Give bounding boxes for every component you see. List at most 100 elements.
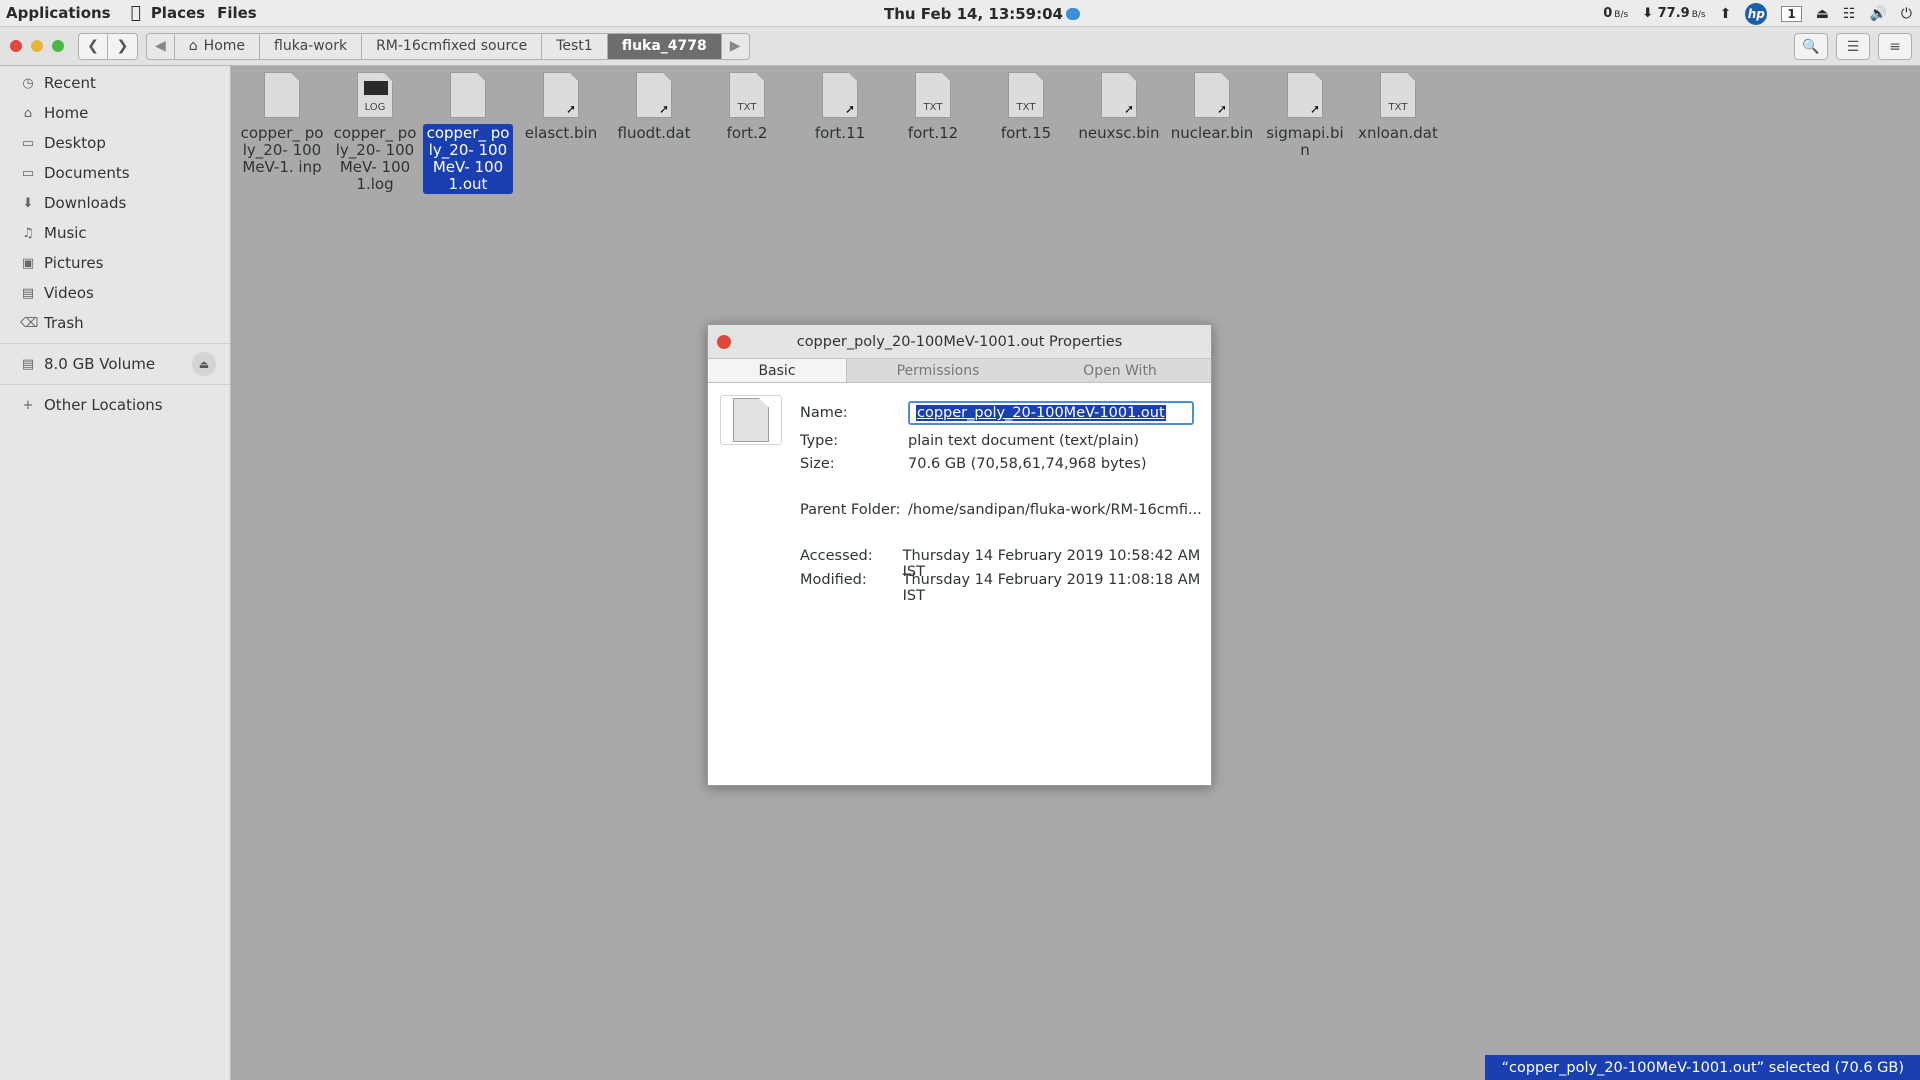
file-item[interactable]: LOG copper_ poly_20- 100MeV- 1001.log: [330, 72, 420, 194]
sidebar: ◷ Recent ⌂ Home ▭ Desktop ▭ Documents ⬇ Downl…: [0, 66, 231, 1080]
file-item[interactable]: TXT fort.15: [981, 72, 1071, 143]
file-item[interactable]: TXT fort.12: [888, 72, 978, 143]
menu-button[interactable]: ≡: [1878, 33, 1912, 60]
volume-icon[interactable]: 🔊: [1869, 6, 1886, 22]
dialog-title: copper_poly_20-100MeV-1001.out Propertie…: [796, 333, 1123, 350]
list-view-icon: ☰: [1846, 38, 1860, 55]
applications-menu[interactable]: Applications: [0, 0, 117, 27]
system-tray: 0 B/s ⬇ 77.9 B/s ⬆ hp 1 ⏏ ☷ 🔊 ⏻: [1603, 0, 1912, 27]
file-item[interactable]: ➚ nuclear.bin: [1167, 72, 1257, 143]
film-icon: ▤: [21, 285, 35, 301]
breadcrumb-scroll-left[interactable]: ◀: [146, 32, 175, 60]
power-icon[interactable]: ⏻: [1901, 6, 1912, 22]
home-icon: ⌂: [188, 38, 198, 54]
tab-basic[interactable]: Basic: [708, 359, 847, 382]
sidebar-item-volume[interactable]: ▤ 8.0 GB Volume ⏏: [0, 350, 230, 378]
size-label: Size:: [800, 456, 835, 472]
clock[interactable]: Thu Feb 14, 13:59:04: [884, 0, 1080, 27]
eject-icon[interactable]: ⏏: [1816, 6, 1829, 22]
parent-folder-row: Parent Folder: /home/sandipan/fluka-work/…: [800, 502, 1202, 518]
sidebar-item-pictures[interactable]: ▣ Pictures: [0, 249, 230, 277]
file-item[interactable]: ➚ fort.11: [795, 72, 885, 143]
name-label: Name:: [800, 405, 848, 421]
file-item[interactable]: copper_ poly_20- 100MeV-1. inp: [237, 72, 327, 177]
file-item[interactable]: TXT fort.2: [702, 72, 792, 143]
dialog-tabs: Basic Permissions Open With: [708, 359, 1211, 383]
breadcrumb-scroll-right[interactable]: ▶: [721, 32, 750, 60]
drive-icon: ▤: [21, 356, 35, 372]
file-item[interactable]: ➚ neuxsc.bin: [1074, 72, 1164, 143]
window-maximize-button[interactable]: [52, 40, 64, 52]
parent-folder-value[interactable]: /home/sandipan/fluka-work/RM-16cmfi...: [908, 502, 1202, 518]
file-item[interactable]: ➚ sigmapi.bin: [1260, 72, 1350, 160]
tab-open-with[interactable]: Open With: [1029, 359, 1211, 382]
text-file-icon: TXT: [915, 72, 951, 118]
breadcrumb-fluka-work[interactable]: fluka-work: [260, 32, 363, 60]
type-label: Type:: [800, 433, 839, 449]
hp-logo-icon[interactable]: hp: [1745, 2, 1768, 25]
home-icon: ⌂: [23, 105, 33, 121]
apple-icon[interactable]: : [117, 0, 145, 27]
breadcrumb-home[interactable]: ⌂ Home: [174, 32, 261, 60]
modified-label: Modified:: [800, 572, 867, 588]
breadcrumb-rm-16cmfixed-source[interactable]: RM-16cmfixed source: [362, 32, 543, 60]
symlink-file-icon: ➚: [1287, 72, 1323, 118]
breadcrumb-fluka-4778[interactable]: fluka_4778: [607, 32, 722, 60]
sidebar-item-downloads[interactable]: ⬇ Downloads: [0, 189, 230, 217]
symlink-file-icon: ➚: [1194, 72, 1230, 118]
camera-icon: ▣: [21, 255, 35, 271]
text-file-icon: TXT: [1008, 72, 1044, 118]
file-item[interactable]: ➚ elasct.bin: [516, 72, 606, 143]
folder-icon: ▭: [21, 165, 35, 181]
files-menu[interactable]: Files: [211, 0, 263, 27]
text-file-icon: TXT: [729, 72, 765, 118]
modified-row: Modified: Thursday 14 February 2019 11:08…: [800, 572, 1211, 604]
back-button[interactable]: ❮: [78, 32, 108, 60]
file-item-selected[interactable]: copper_ poly_20- 100MeV- 1001.out: [423, 72, 513, 194]
sidebar-item-desktop[interactable]: ▭ Desktop: [0, 129, 230, 157]
view-toggle-button[interactable]: ☰: [1836, 33, 1870, 60]
folder-icon: ▭: [21, 135, 35, 151]
sidebar-item-recent[interactable]: ◷ Recent: [0, 69, 230, 97]
sidebar-item-music[interactable]: ♫ Music: [0, 219, 230, 247]
upload-arrow-icon: ⬆: [1719, 5, 1732, 22]
symlink-file-icon: ➚: [543, 72, 579, 118]
plus-icon: +: [22, 397, 34, 413]
places-menu[interactable]: Places: [145, 0, 211, 27]
forward-button[interactable]: ❯: [108, 32, 138, 60]
net-upload-speed: 0 B/s: [1603, 6, 1629, 21]
workspace-indicator[interactable]: 1: [1781, 5, 1802, 22]
file-preview-icon[interactable]: [720, 395, 782, 445]
network-icon[interactable]: ☷: [1843, 6, 1856, 22]
dialog-titlebar[interactable]: copper_poly_20-100MeV-1001.out Propertie…: [708, 325, 1211, 359]
search-button[interactable]: 🔍: [1794, 33, 1828, 60]
sidebar-item-videos[interactable]: ▤ Videos: [0, 279, 230, 307]
name-field[interactable]: copper_poly_20-100MeV-1001.out: [908, 401, 1194, 425]
sidebar-divider: [0, 343, 230, 344]
eject-volume-icon[interactable]: ⏏: [192, 352, 216, 376]
chevron-right-icon: ❯: [116, 38, 129, 54]
breadcrumb-test1[interactable]: Test1: [542, 32, 608, 60]
dialog-body: Name: copper_poly_20-100MeV-1001.out Typ…: [708, 383, 1211, 785]
text-file-icon: TXT: [1380, 72, 1416, 118]
chevron-left-icon: ❮: [87, 38, 99, 54]
sidebar-item-home[interactable]: ⌂ Home: [0, 99, 230, 127]
trash-icon: ⌫: [20, 315, 39, 331]
sidebar-item-documents[interactable]: ▭ Documents: [0, 159, 230, 187]
breadcrumb: ◀ ⌂ Home fluka-work RM-16cmfixed source T…: [146, 32, 750, 60]
type-value: plain text document (text/plain): [908, 433, 1140, 449]
window-close-button[interactable]: [10, 40, 22, 52]
hamburger-menu-icon: ≡: [1889, 38, 1901, 55]
sidebar-item-other-locations[interactable]: + Other Locations: [0, 391, 230, 419]
window-minimize-button[interactable]: [31, 40, 43, 52]
dialog-close-button[interactable]: [717, 335, 731, 349]
sidebar-divider: [0, 384, 230, 385]
file-item[interactable]: TXT xnloan.dat: [1353, 72, 1443, 143]
tab-permissions[interactable]: Permissions: [847, 359, 1029, 382]
file-item[interactable]: ➚ fluodt.dat: [609, 72, 699, 143]
header-bar: ❮ ❯ ◀ ⌂ Home fluka-work RM-16cmfixed sour…: [0, 27, 1920, 66]
search-icon: 🔍: [1802, 38, 1820, 55]
properties-dialog: copper_poly_20-100MeV-1001.out Propertie…: [707, 324, 1212, 786]
sidebar-item-trash[interactable]: ⌫ Trash: [0, 309, 230, 337]
download-icon: ⬇: [22, 195, 34, 211]
